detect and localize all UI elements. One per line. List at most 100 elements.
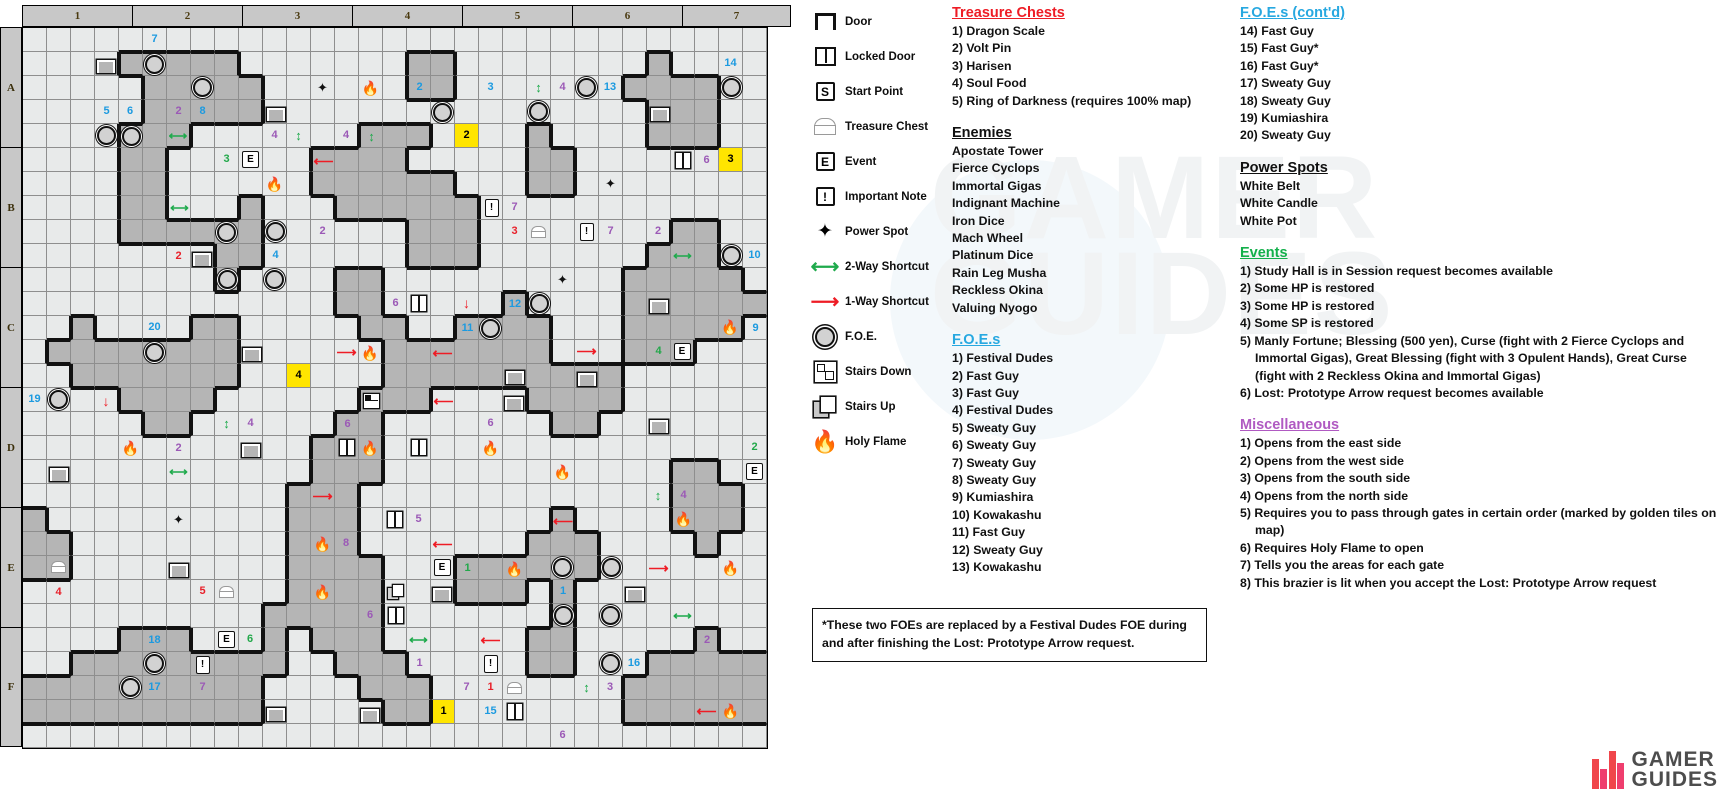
map-cell[interactable] (167, 28, 191, 52)
map-cell[interactable] (695, 52, 719, 76)
map-cell[interactable] (143, 220, 167, 244)
map-cell[interactable] (143, 52, 167, 76)
map-cell[interactable] (383, 100, 407, 124)
map-cell[interactable]: 6 (239, 628, 263, 652)
map-cell[interactable] (407, 388, 431, 412)
map-cell[interactable] (359, 484, 383, 508)
map-cell[interactable] (23, 244, 47, 268)
map-cell[interactable] (383, 604, 407, 628)
map-cell[interactable] (575, 484, 599, 508)
map-cell[interactable] (263, 508, 287, 532)
map-cell[interactable] (431, 76, 455, 100)
map-cell[interactable] (647, 148, 671, 172)
map-cell[interactable] (47, 244, 71, 268)
map-cell[interactable] (623, 460, 647, 484)
map-cell[interactable] (551, 388, 575, 412)
map-cell[interactable] (287, 292, 311, 316)
map-cell[interactable]: 5 (95, 100, 119, 124)
map-cell[interactable] (527, 196, 551, 220)
map-cell[interactable] (215, 724, 239, 748)
map-cell[interactable] (335, 700, 359, 724)
stairs-up-icon[interactable] (388, 584, 403, 599)
map-cell[interactable] (311, 724, 335, 748)
map-cell[interactable] (455, 52, 479, 76)
map-cell[interactable]: ↕ (287, 124, 311, 148)
map-cell[interactable] (455, 148, 479, 172)
treasure-chest-icon[interactable] (219, 585, 234, 598)
map-cell[interactable] (215, 220, 239, 244)
map-cell[interactable] (575, 556, 599, 580)
map-cell[interactable]: 4 (47, 580, 71, 604)
map-cell[interactable] (191, 124, 215, 148)
map-cell[interactable] (431, 220, 455, 244)
map-cell[interactable]: ⟵ (431, 388, 455, 412)
map-cell[interactable] (431, 148, 455, 172)
map-cell[interactable] (503, 652, 527, 676)
map-cell[interactable] (575, 196, 599, 220)
map-cell[interactable] (383, 724, 407, 748)
map-cell[interactable] (47, 148, 71, 172)
map-cell[interactable]: ↕ (215, 412, 239, 436)
map-cell[interactable] (455, 484, 479, 508)
map-cell[interactable]: ⟶ (575, 340, 599, 364)
map-cell[interactable] (503, 100, 527, 124)
map-cell[interactable] (23, 556, 47, 580)
map-cell[interactable] (23, 484, 47, 508)
map-cell[interactable] (623, 100, 647, 124)
map-cell[interactable] (239, 316, 263, 340)
map-cell[interactable] (623, 28, 647, 52)
map-cell[interactable] (47, 100, 71, 124)
map-cell[interactable] (695, 220, 719, 244)
map-cell[interactable] (407, 244, 431, 268)
map-cell[interactable]: 🔥 (479, 436, 503, 460)
map-cell[interactable] (431, 244, 455, 268)
map-cell[interactable]: 1 (455, 556, 479, 580)
map-cell[interactable] (311, 676, 335, 700)
map-cell[interactable] (551, 532, 575, 556)
map-cell[interactable] (743, 52, 767, 76)
map-cell[interactable] (239, 244, 263, 268)
map-cell[interactable] (239, 388, 263, 412)
map-cell[interactable] (671, 580, 695, 604)
map-cell[interactable] (23, 52, 47, 76)
map-cell[interactable] (455, 268, 479, 292)
locked-door-icon[interactable] (388, 608, 403, 623)
map-cell[interactable] (47, 196, 71, 220)
map-cell[interactable] (335, 268, 359, 292)
map-cell[interactable] (431, 604, 455, 628)
map-cell[interactable] (527, 292, 551, 316)
map-cell[interactable] (479, 460, 503, 484)
map-cell[interactable] (647, 100, 671, 124)
map-cell[interactable]: ✦ (599, 172, 623, 196)
map-cell[interactable] (71, 100, 95, 124)
map-cell[interactable] (503, 484, 527, 508)
map-cell[interactable] (671, 172, 695, 196)
map-cell[interactable] (95, 460, 119, 484)
map-cell[interactable] (335, 580, 359, 604)
map-cell[interactable] (455, 724, 479, 748)
map-cell[interactable] (719, 28, 743, 52)
event-icon[interactable]: E (242, 151, 259, 168)
map-cell[interactable] (551, 604, 575, 628)
map-cell[interactable] (671, 412, 695, 436)
map-cell[interactable]: 🔥 (359, 340, 383, 364)
map-cell[interactable]: ⟷ (407, 628, 431, 652)
map-cell[interactable] (23, 724, 47, 748)
map-cell[interactable] (671, 52, 695, 76)
map-cell[interactable] (407, 220, 431, 244)
map-cell[interactable] (95, 316, 119, 340)
map-cell[interactable] (647, 292, 671, 316)
door-icon[interactable] (193, 252, 211, 266)
map-cell[interactable] (191, 700, 215, 724)
map-cell[interactable] (119, 316, 143, 340)
map-cell[interactable] (287, 436, 311, 460)
map-cell[interactable] (695, 124, 719, 148)
map-cell[interactable] (287, 580, 311, 604)
map-cell[interactable] (479, 292, 503, 316)
map-cell[interactable] (719, 436, 743, 460)
map-cell[interactable] (95, 676, 119, 700)
map-cell[interactable] (311, 268, 335, 292)
map-cell[interactable] (479, 100, 503, 124)
map-cell[interactable] (119, 268, 143, 292)
map-cell[interactable] (383, 340, 407, 364)
